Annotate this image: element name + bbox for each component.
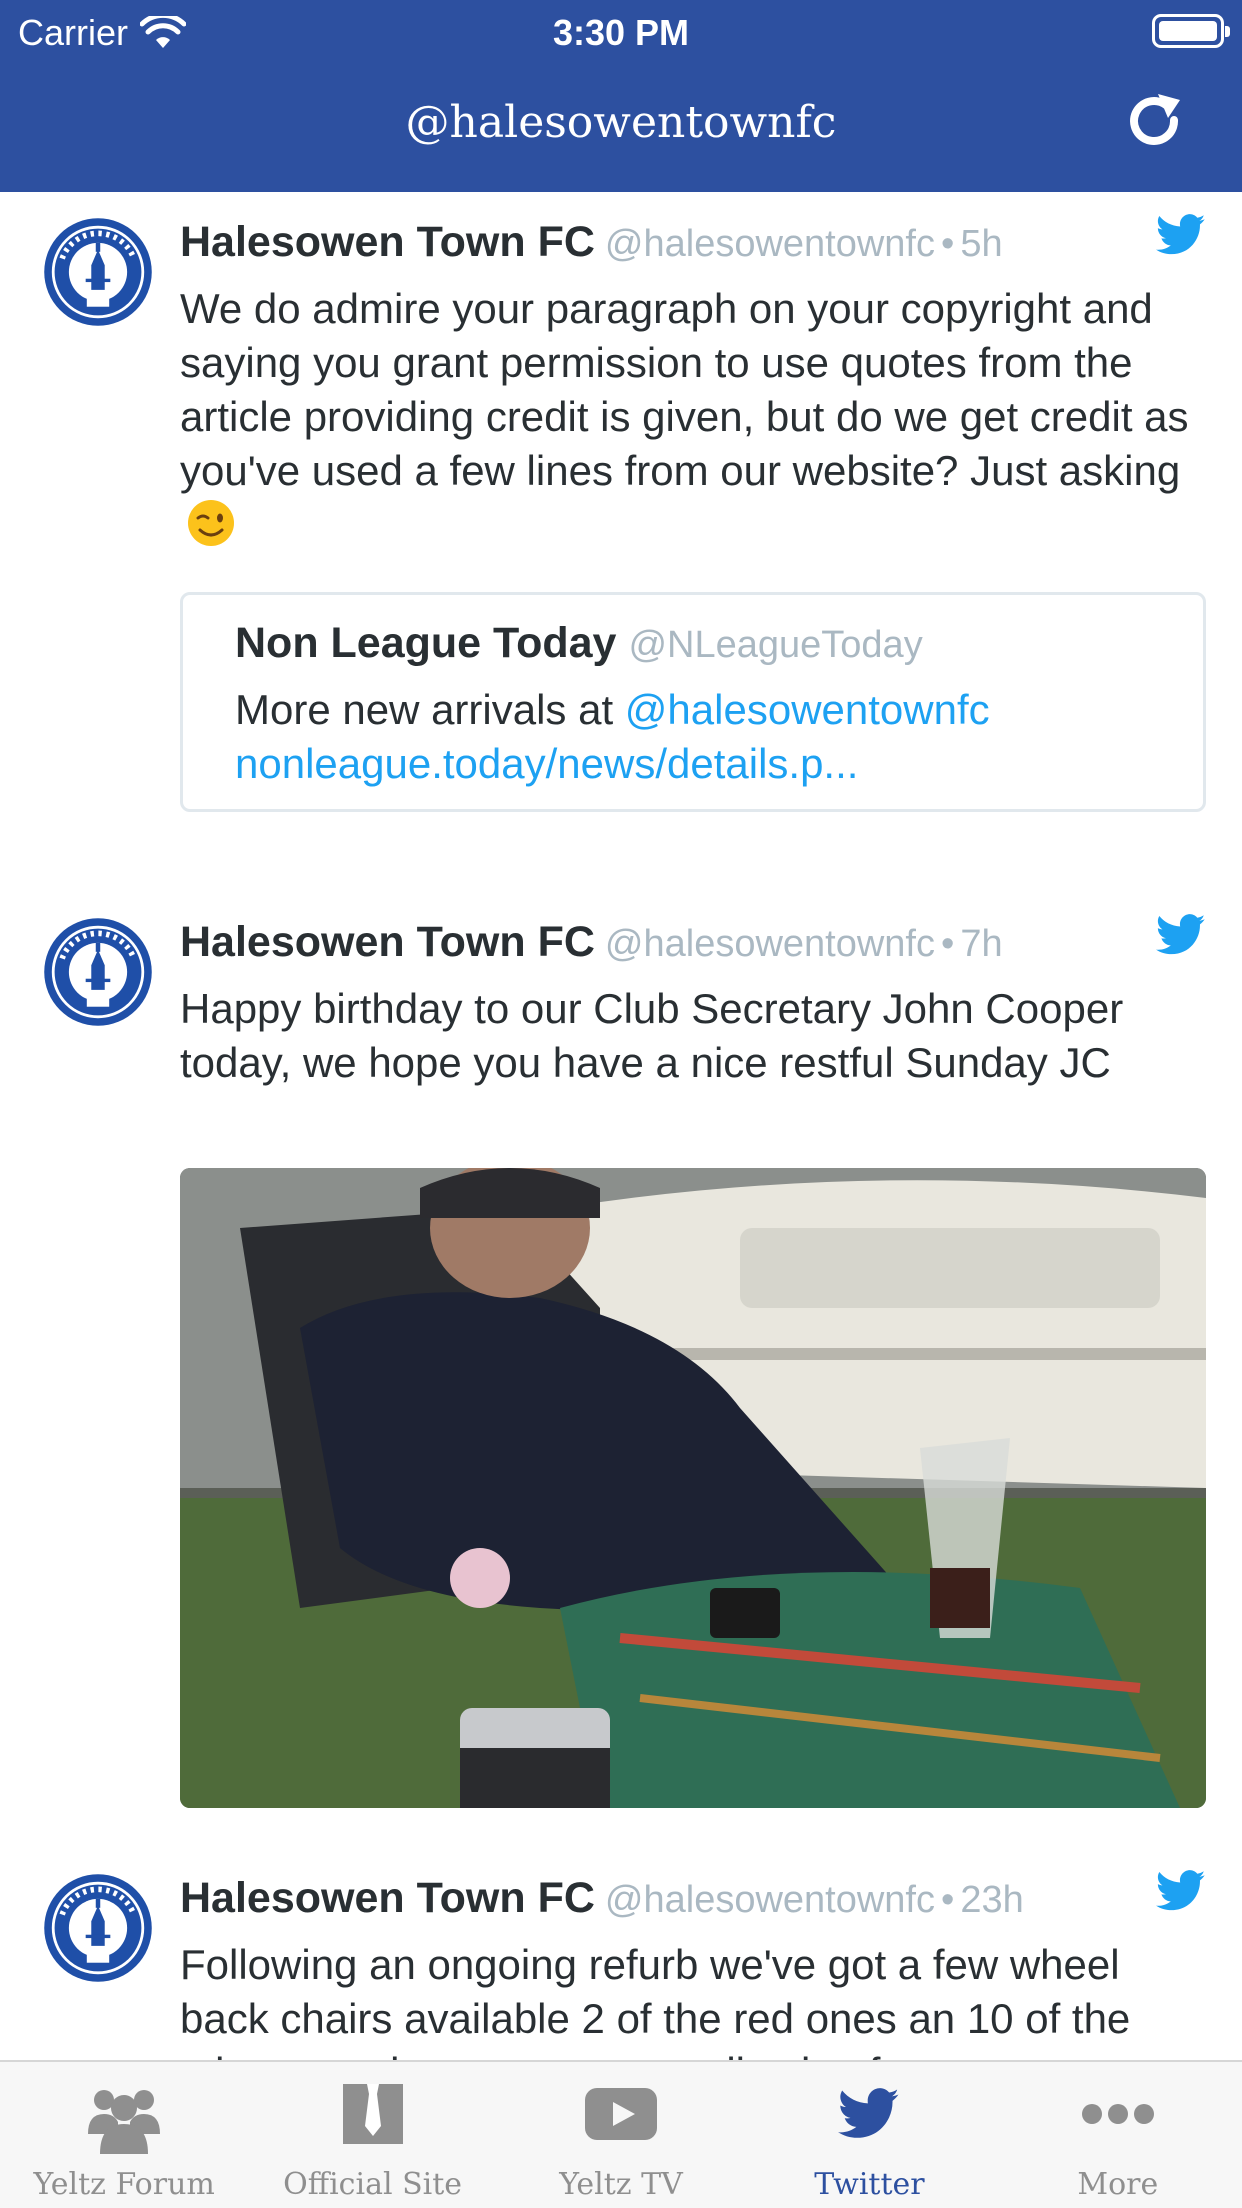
tweet-text: Following an ongoing refurb we've got a … — [180, 1941, 1131, 2060]
club-crest-avatar[interactable] — [42, 916, 154, 1028]
tweet-text: We do admire your paragraph on your copy… — [180, 282, 1200, 553]
status-time: 3:30 PM — [552, 12, 690, 53]
twitter-bird-icon[interactable] — [1156, 1870, 1206, 1912]
status-bar: Carrier 3:30 PM — [0, 0, 1242, 62]
tab-label: Yeltz Forum — [33, 2167, 215, 2202]
tab-label: Official Site — [283, 2167, 463, 2202]
tab-official-site[interactable]: Official Site — [248, 2062, 496, 2208]
tab-label: Twitter — [814, 2167, 925, 2202]
tweet-separator: • — [941, 923, 955, 965]
tweet-timestamp: 7h — [960, 923, 1003, 965]
tweet-header: Halesowen Town FC @halesowentownfc • 23h — [180, 1874, 1024, 1923]
club-crest-avatar[interactable] — [42, 1872, 154, 1984]
tab-yeltz-tv[interactable]: Yeltz TV — [497, 2062, 745, 2208]
tweet-author-name[interactable]: Halesowen Town FC — [180, 1874, 595, 1922]
tweet-card[interactable]: Halesowen Town FC @halesowentownfc • 23h Fo… — [0, 1848, 1242, 2060]
tweet-author-handle[interactable]: @halesowentownfc — [605, 1879, 935, 1921]
club-crest-avatar[interactable] — [42, 216, 154, 328]
twitter-bird-icon — [838, 2088, 900, 2138]
quoted-author-name[interactable]: Non League Today — [235, 619, 616, 667]
refresh-icon[interactable] — [1122, 90, 1186, 154]
tab-more[interactable]: More — [994, 2062, 1242, 2208]
twitter-bird-icon[interactable] — [1156, 214, 1206, 256]
more-dots-icon — [1081, 2104, 1154, 2124]
tweet-timestamp: 23h — [960, 1879, 1024, 1921]
tweet-body: We do admire your paragraph on your copy… — [180, 285, 1189, 494]
battery-icon — [1152, 14, 1230, 48]
shirt-icon — [342, 2084, 403, 2144]
tweet-header: Halesowen Town FC @halesowentownfc • 7h — [180, 918, 1003, 967]
quoted-text: More new arrivals at — [235, 686, 625, 733]
tab-twitter[interactable]: Twitter — [745, 2062, 993, 2208]
tab-label: More — [1077, 2167, 1159, 2202]
quoted-tweet-text: More new arrivals at @halesowentownfc no… — [235, 683, 1175, 791]
tweet-author-handle[interactable]: @halesowentownfc — [605, 223, 935, 265]
tab-label: Yeltz TV — [559, 2167, 683, 2202]
group-icon — [88, 2090, 161, 2154]
tweet-feed[interactable]: Halesowen Town FC @halesowentownfc • 5h We … — [0, 192, 1242, 2060]
tweet-photo[interactable] — [180, 1168, 1206, 1808]
quoted-tweet-header: Non League Today @NLeagueToday — [235, 619, 923, 668]
tweet-card[interactable]: Halesowen Town FC @halesowentownfc • 5h We … — [0, 192, 1242, 832]
twitter-bird-icon[interactable] — [1156, 914, 1206, 956]
tweet-timestamp: 5h — [960, 223, 1003, 265]
navigation-header: Carrier 3:30 PM @halesowentownfc — [0, 0, 1242, 192]
tweet-author-handle[interactable]: @halesowentownfc — [605, 923, 935, 965]
tweet-card[interactable]: Halesowen Town FC @halesowentownfc • 7h Hap… — [0, 892, 1242, 1992]
tab-bar: Yeltz Forum Official Site Yeltz TV Twitt… — [0, 2060, 1242, 2208]
mention-link[interactable]: @halesowentownfc — [625, 686, 990, 733]
tweet-text: Happy birthday to our Club Secretary Joh… — [180, 985, 1124, 1086]
winking-face-emoji-icon — [188, 500, 234, 546]
tab-yeltz-forum[interactable]: Yeltz Forum — [0, 2062, 248, 2208]
quoted-author-handle[interactable]: @NLeagueToday — [628, 624, 922, 666]
article-link[interactable]: nonleague.today/news/details.p... — [235, 740, 858, 787]
quoted-tweet-card[interactable]: Non League Today @NLeagueToday More new a… — [180, 592, 1206, 812]
tweet-separator: • — [941, 1879, 955, 1921]
tweet-author-name[interactable]: Halesowen Town FC — [180, 918, 595, 966]
tweet-separator: • — [941, 223, 955, 265]
tweet-author-name[interactable]: Halesowen Town FC — [180, 218, 595, 266]
tweet-header: Halesowen Town FC @halesowentownfc • 5h — [180, 218, 1003, 267]
play-icon — [585, 2088, 658, 2140]
page-title: @halesowentownfc — [405, 97, 837, 148]
